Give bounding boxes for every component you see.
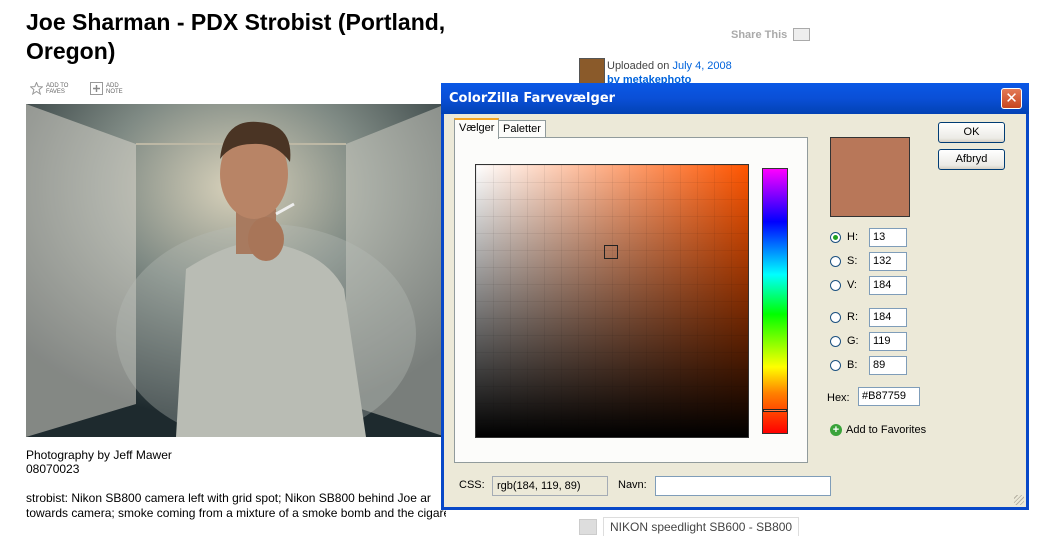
picker-panel	[454, 137, 808, 463]
uploaded-prefix: Uploaded on	[607, 60, 670, 72]
share-this-label: Share This	[731, 28, 788, 41]
photo-description: strobist: Nikon SB800 camera left with g…	[26, 491, 446, 521]
value-row: V: 184	[830, 275, 907, 295]
blue-row: B: 89	[830, 355, 907, 375]
desc-line-1: strobist: Nikon SB800 camera left with g…	[26, 491, 431, 505]
dialog-title: ColorZilla Farvevælger	[449, 91, 616, 106]
color-picker-dialog: ColorZilla Farvevælger ✕ Vælger Paletter…	[441, 83, 1029, 510]
value-field[interactable]: 184	[869, 275, 907, 295]
color-cursor[interactable]	[604, 245, 618, 259]
name-field[interactable]	[655, 476, 831, 496]
saturation-value-grid[interactable]	[475, 164, 749, 438]
saturation-radio[interactable]	[830, 255, 841, 267]
value-radio[interactable]	[830, 279, 841, 291]
red-row: R: 184	[830, 307, 907, 327]
list-item-label: NIKON speedlight SB600 - SB800	[603, 517, 800, 536]
hue-label: H:	[847, 231, 858, 243]
red-label: R:	[847, 311, 858, 323]
hue-row: H: 13	[830, 227, 907, 247]
thumbnail	[579, 518, 597, 535]
avatar[interactable]	[579, 58, 605, 84]
photo-caption: Photography by Jeff Mawer 08070023	[26, 448, 172, 476]
photo-toolbar: ADD TO FAVES ADD NOTE	[29, 81, 136, 96]
ok-button[interactable]: OK	[938, 122, 1005, 143]
saturation-row: S: 132	[830, 251, 907, 271]
add-to-faves-label: ADD TO FAVES	[46, 82, 69, 95]
blue-label: B:	[847, 359, 858, 371]
hue-radio[interactable]	[830, 231, 841, 243]
saturation-field[interactable]: 132	[869, 251, 907, 271]
green-radio[interactable]	[830, 335, 841, 347]
resize-grip[interactable]	[1014, 495, 1024, 505]
hue-field[interactable]: 13	[869, 227, 907, 247]
green-label: G:	[847, 335, 859, 347]
blue-radio[interactable]	[830, 359, 841, 371]
red-field[interactable]: 184	[869, 307, 907, 327]
hex-label: Hex:	[827, 392, 850, 404]
star-icon	[29, 81, 44, 96]
upload-info: Uploaded on July 4, 2008	[607, 60, 732, 72]
share-icon	[793, 28, 811, 41]
close-button[interactable]: ✕	[1001, 88, 1022, 109]
hue-slider[interactable]	[762, 168, 788, 434]
desc-line-2: towards camera; smoke coming from a mixt…	[26, 506, 446, 520]
add-note-label: ADD NOTE	[106, 82, 123, 95]
green-row: G: 119	[830, 331, 907, 351]
add-to-favorites-label: Add to Favorites	[846, 424, 927, 436]
saturation-label: S:	[847, 255, 858, 267]
color-preview-swatch	[830, 137, 910, 217]
upload-date-link[interactable]: July 4, 2008	[672, 60, 731, 72]
caption-credit: Photography by Jeff Mawer	[26, 448, 172, 462]
add-to-favorites-button[interactable]: + Add to Favorites	[830, 424, 926, 436]
close-icon: ✕	[1005, 89, 1018, 107]
caption-number: 08070023	[26, 462, 80, 476]
hue-slider-handle[interactable]	[763, 409, 787, 412]
grid-overlay	[476, 165, 748, 437]
add-to-faves-button[interactable]: ADD TO FAVES	[29, 81, 76, 96]
blue-field[interactable]: 89	[869, 355, 907, 375]
list-item[interactable]: NIKON speedlight SB600 - SB800	[579, 517, 800, 536]
dialog-titlebar[interactable]: ColorZilla Farvevælger ✕	[441, 83, 1029, 114]
green-field[interactable]: 119	[869, 331, 907, 351]
share-this-button[interactable]: Share This	[731, 28, 811, 41]
cancel-button[interactable]: Afbryd	[938, 149, 1005, 170]
tab-picker[interactable]: Vælger	[454, 118, 500, 139]
main-photo[interactable]	[26, 104, 446, 437]
add-note-icon	[90, 82, 103, 95]
tab-palettes[interactable]: Paletter	[498, 120, 546, 138]
value-label: V:	[847, 279, 857, 291]
plus-icon: +	[830, 424, 842, 436]
red-radio[interactable]	[830, 311, 841, 323]
css-label: CSS:	[459, 479, 485, 491]
add-note-button[interactable]: ADD NOTE	[90, 82, 136, 95]
name-label: Navn:	[618, 479, 647, 491]
page-title: Joe Sharman - PDX Strobist (Portland, Or…	[26, 9, 446, 64]
hex-field[interactable]: #B87759	[858, 387, 920, 406]
css-value-field[interactable]: rgb(184, 119, 89)	[492, 476, 608, 496]
